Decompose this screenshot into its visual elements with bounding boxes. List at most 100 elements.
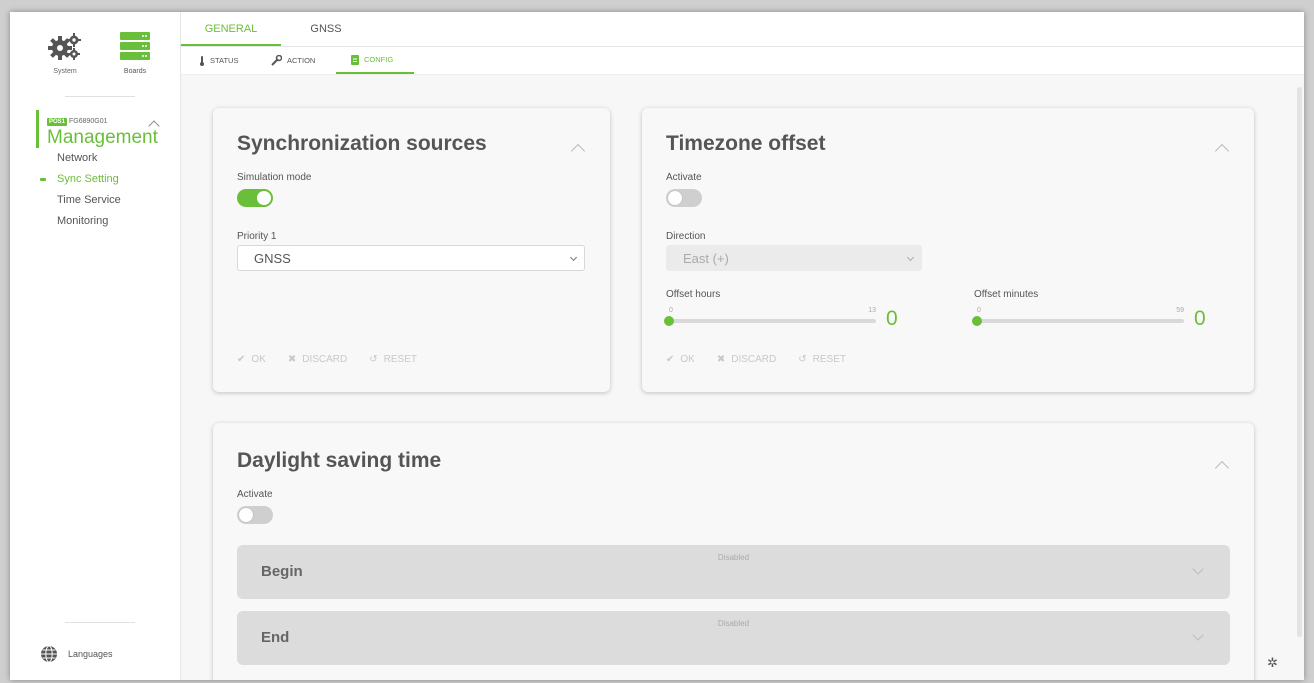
- card-title: Synchronization sources: [237, 132, 487, 155]
- slider-track: [977, 319, 1184, 323]
- languages-label: Languages: [68, 649, 113, 659]
- sidebar: System Boards POS1 FG6890G01 Management N…: [10, 12, 181, 680]
- begin-title: Begin: [261, 563, 303, 580]
- undo-icon: ↺: [798, 354, 807, 365]
- board-section-header[interactable]: POS1 FG6890G01 Management: [36, 110, 158, 148]
- tab-config-label: CONFIG: [364, 55, 394, 64]
- priority-1-value: GNSS: [254, 251, 291, 266]
- check-icon: ✔: [666, 354, 675, 365]
- check-icon: ✔: [237, 354, 246, 365]
- chevron-down-icon: [569, 253, 578, 262]
- discard-button[interactable]: ✖ DISCARD: [288, 354, 347, 365]
- primary-tabs: GENERAL GNSS: [181, 12, 1304, 47]
- close-icon: ✖: [716, 354, 726, 365]
- languages-button[interactable]: Languages: [40, 645, 113, 663]
- slider-min-label: 0: [669, 307, 673, 314]
- chevron-down-icon: [1192, 563, 1204, 575]
- settings-cog-icon[interactable]: ✲: [1267, 655, 1278, 671]
- chevron-down-icon: [906, 253, 915, 262]
- ok-label: OK: [251, 354, 266, 365]
- offset-hours-value: 0: [886, 307, 898, 330]
- ok-button[interactable]: ✔ OK: [237, 354, 266, 365]
- slider-track: [669, 319, 876, 323]
- card-title: Daylight saving time: [237, 449, 442, 472]
- gears-icon: [48, 33, 81, 60]
- document-icon: [351, 54, 359, 65]
- reset-label: RESET: [383, 354, 417, 365]
- tab-action[interactable]: ACTION: [271, 47, 315, 74]
- direction-label: Direction: [666, 231, 706, 242]
- activate-label: Activate: [666, 172, 702, 183]
- direction-select[interactable]: East (+): [666, 245, 922, 271]
- sidebar-item-monitoring[interactable]: Monitoring: [57, 211, 121, 232]
- sidebar-divider: [65, 96, 135, 97]
- wrench-icon: [271, 55, 282, 66]
- discard-label: DISCARD: [302, 354, 348, 365]
- undo-icon: ↺: [369, 354, 378, 365]
- daylight-saving-card: Daylight saving time Activate Disabled B…: [213, 423, 1254, 680]
- reset-label: RESET: [812, 354, 846, 365]
- slider-thumb[interactable]: [664, 316, 674, 326]
- system-button[interactable]: System: [35, 32, 95, 75]
- collapse-card-icon[interactable]: [570, 143, 586, 159]
- slider-thumb[interactable]: [972, 316, 982, 326]
- boards-label: Boards: [123, 68, 147, 75]
- simulation-mode-toggle[interactable]: [237, 189, 273, 207]
- app-window: System Boards POS1 FG6890G01 Management N…: [10, 12, 1304, 680]
- thermometer-icon: [200, 55, 204, 66]
- direction-value: East (+): [683, 251, 729, 266]
- discard-label: DISCARD: [731, 354, 777, 365]
- sidebar-item-sync-setting[interactable]: Sync Setting: [40, 169, 121, 190]
- tab-action-label: ACTION: [287, 56, 316, 65]
- end-accordion[interactable]: Disabled End: [237, 611, 1230, 665]
- slider-min-label: 0: [977, 307, 981, 314]
- offset-minutes-label: Offset minutes: [974, 289, 1039, 300]
- tab-general[interactable]: GENERAL: [181, 12, 281, 46]
- card-title: Timezone offset: [666, 132, 826, 155]
- end-title: End: [261, 629, 290, 646]
- collapse-card-icon[interactable]: [1214, 460, 1230, 476]
- chevron-down-icon: [1192, 629, 1204, 641]
- sidebar-nav: Network Sync Setting Time Service Monito…: [40, 148, 121, 232]
- slider-max-label: 59: [1176, 307, 1184, 314]
- ok-button[interactable]: ✔ OK: [666, 354, 695, 365]
- offset-minutes-slider[interactable]: 0 59: [972, 307, 1184, 327]
- close-icon: ✖: [287, 354, 297, 365]
- dst-activate-toggle[interactable]: [237, 506, 273, 524]
- begin-accordion[interactable]: Disabled Begin: [237, 545, 1230, 599]
- board-code: FG6890G01: [69, 118, 108, 125]
- slider-max-label: 13: [868, 307, 876, 314]
- tab-status-label: STATUS: [210, 56, 239, 65]
- discard-button[interactable]: ✖ DISCARD: [717, 354, 776, 365]
- card-actions: ✔ OK ✖ DISCARD ↺ RESET: [666, 354, 846, 365]
- offset-hours-label: Offset hours: [666, 289, 721, 300]
- collapse-card-icon[interactable]: [1214, 143, 1230, 159]
- sync-sources-card: Synchronization sources Simulation mode …: [213, 108, 610, 392]
- priority-1-label: Priority 1: [237, 231, 277, 242]
- board-tag: POS1: [47, 118, 68, 126]
- sidebar-divider: [65, 622, 135, 623]
- tab-gnss[interactable]: GNSS: [281, 12, 371, 46]
- end-status: Disabled: [717, 619, 750, 628]
- sidebar-item-network[interactable]: Network: [57, 148, 121, 169]
- offset-minutes-value: 0: [1194, 307, 1206, 330]
- sidebar-item-time-service[interactable]: Time Service: [57, 190, 121, 211]
- ok-label: OK: [680, 354, 695, 365]
- begin-status: Disabled: [717, 553, 750, 562]
- card-actions: ✔ OK ✖ DISCARD ↺ RESET: [237, 354, 417, 365]
- boards-button[interactable]: Boards: [105, 32, 165, 75]
- reset-button[interactable]: ↺ RESET: [798, 354, 846, 365]
- simulation-mode-label: Simulation mode: [237, 172, 312, 183]
- tab-status[interactable]: STATUS: [199, 47, 238, 74]
- reset-button[interactable]: ↺ RESET: [369, 354, 417, 365]
- server-stack-icon: [120, 32, 150, 60]
- system-label: System: [53, 68, 77, 75]
- priority-1-select[interactable]: GNSS: [237, 245, 585, 271]
- section-title: Management: [47, 127, 158, 148]
- tab-config[interactable]: CONFIG: [336, 47, 414, 74]
- timezone-offset-card: Timezone offset Activate Direction East …: [642, 108, 1254, 392]
- timezone-activate-toggle[interactable]: [666, 189, 702, 207]
- globe-icon: [41, 645, 57, 663]
- offset-hours-slider[interactable]: 0 13: [664, 307, 876, 327]
- page-scrollbar[interactable]: [1297, 87, 1302, 637]
